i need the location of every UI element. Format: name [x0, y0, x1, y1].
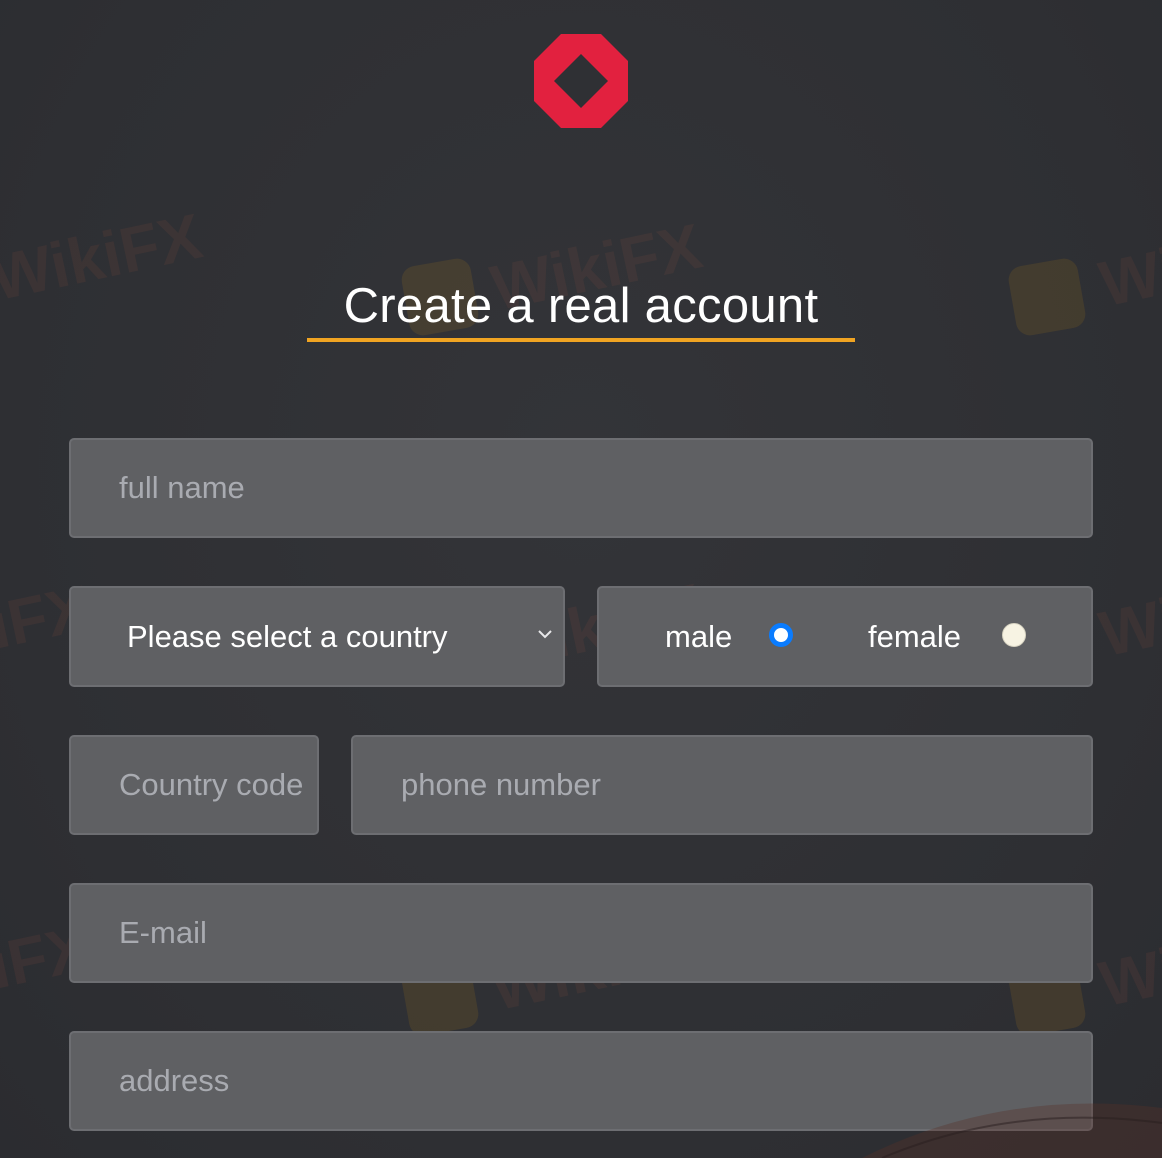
gender-female-label[interactable]: female: [868, 619, 961, 655]
gender-male-label[interactable]: male: [665, 619, 732, 655]
page-title-tab: Create a real account: [307, 276, 855, 342]
gender-radio-group: male female: [597, 586, 1093, 687]
email-field[interactable]: [69, 883, 1093, 983]
country-code-input[interactable]: [71, 737, 317, 833]
watermark-badge: [1006, 256, 1088, 338]
full-name-input[interactable]: [71, 440, 1091, 536]
registration-page: WikiFX WikiFX Wi iFX WikiFX Wi iFX WikiF…: [0, 0, 1162, 1158]
watermark: Wi: [1093, 933, 1162, 1021]
title-underline: [307, 338, 855, 342]
gender-female-radio[interactable]: [1002, 623, 1026, 647]
background-decoration: [862, 1103, 1162, 1158]
page-title: Create a real account: [343, 279, 819, 333]
country-code-field[interactable]: [69, 735, 319, 835]
full-name-field[interactable]: [69, 438, 1093, 538]
brand-logo-icon: [534, 34, 628, 128]
email-input[interactable]: [71, 885, 1091, 981]
watermark: WikiFX: [0, 199, 208, 315]
country-select-value: Please select a country: [127, 618, 448, 654]
phone-number-field[interactable]: [351, 735, 1093, 835]
phone-number-input[interactable]: [353, 737, 1091, 833]
watermark: Wi: [1093, 583, 1162, 671]
watermark: Wi: [1093, 233, 1162, 321]
country-select[interactable]: Please select a country: [69, 586, 565, 687]
gender-male-radio[interactable]: [769, 623, 793, 647]
chevron-down-icon: [538, 630, 552, 639]
